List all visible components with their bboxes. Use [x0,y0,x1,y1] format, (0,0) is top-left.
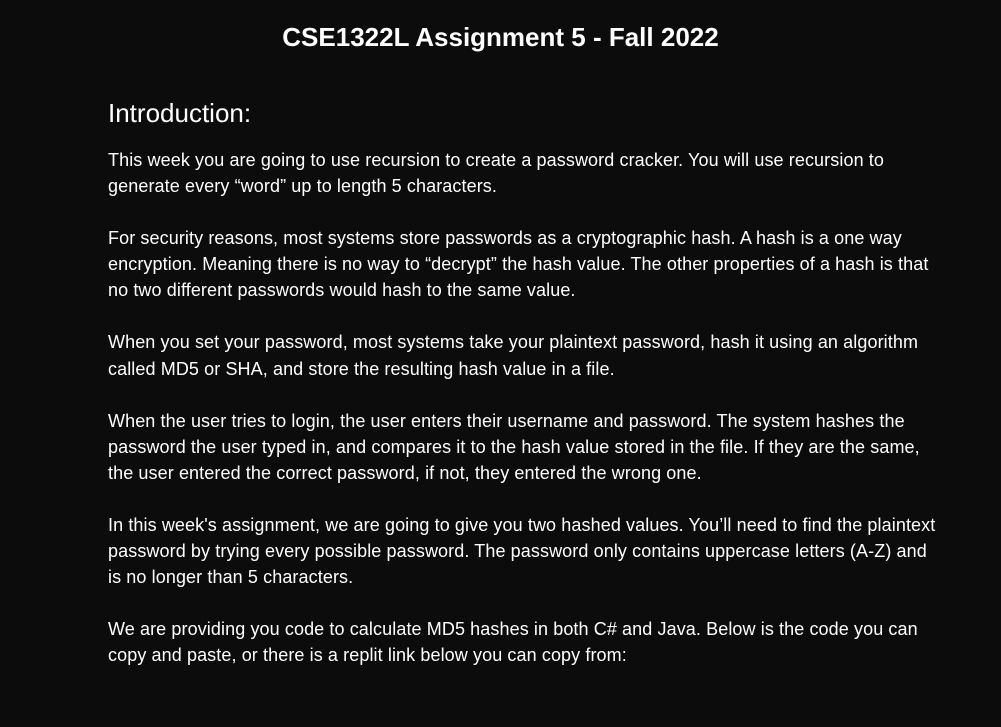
document-page: CSE1322L Assignment 5 - Fall 2022 Introd… [0,0,1001,727]
document-body: Introduction: This week you are going to… [0,98,1001,668]
section-heading-introduction: Introduction: [108,98,941,129]
paragraph: This week you are going to use recursion… [108,147,941,199]
paragraph: When the user tries to login, the user e… [108,408,941,486]
paragraph: In this week's assignment, we are going … [108,512,941,590]
page-title: CSE1322L Assignment 5 - Fall 2022 [0,22,1001,53]
paragraph: We are providing you code to calculate M… [108,616,941,668]
paragraph: For security reasons, most systems store… [108,225,941,303]
paragraph: When you set your password, most systems… [108,329,941,381]
